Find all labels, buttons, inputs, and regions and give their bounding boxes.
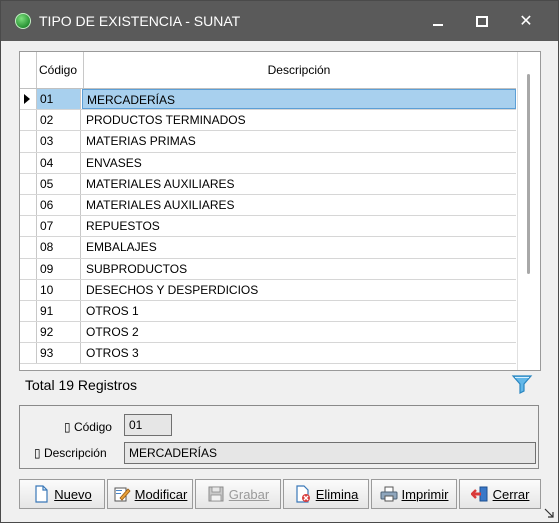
cell-code[interactable]: 91 [37,300,81,322]
cell-code[interactable]: 10 [37,279,81,300]
new-button[interactable]: Nuevo [19,479,105,509]
table-row[interactable]: 10 DESECHOS Y DESPERDICIOS [20,279,516,301]
new-document-icon [35,485,48,503]
close-form-button-label: Cerrar [492,486,530,502]
table-row[interactable]: 03 MATERIAS PRIMAS [20,131,516,153]
scrollbar-thumb[interactable] [527,74,530,274]
dialog-window: TIPO DE EXISTENCIA - SUNAT ✕ Código Desc… [0,0,559,523]
row-indicator [20,152,37,173]
table-row[interactable]: 07 REPUESTOS [20,216,516,238]
table-row[interactable]: 08 EMBALAJES [20,237,516,259]
total-records-label: Total 19 Registros [25,377,138,393]
cell-code[interactable]: 05 [37,173,81,194]
cell-description[interactable]: MERCADERÍAS [82,89,516,110]
records-grid[interactable]: Código Descripción 01 MERCADERÍAS 02 PRO… [19,51,541,371]
vertical-scrollbar[interactable] [517,52,540,370]
row-indicator [20,300,37,322]
close-button[interactable]: ✕ [507,9,545,33]
row-indicator [20,110,37,131]
maximize-button[interactable] [463,9,501,33]
app-green-globe-icon [15,13,31,29]
row-indicator [20,258,37,279]
column-header-code[interactable]: Código [37,52,84,88]
save-button-label: Grabar [228,486,270,502]
maximize-icon [476,15,488,27]
cell-code[interactable]: 08 [37,237,81,258]
table-row[interactable]: 92 OTROS 2 [20,322,516,344]
cell-code[interactable]: 03 [37,131,81,152]
cell-code[interactable]: 93 [37,343,81,364]
cell-description[interactable]: OTROS 2 [82,322,516,342]
column-header-description[interactable]: Descripción [82,52,516,88]
cell-description[interactable]: OTROS 3 [82,343,516,363]
row-indicator [20,131,37,152]
cell-code[interactable]: 06 [37,194,81,216]
new-button-label: Nuevo [54,486,92,502]
delete-button[interactable]: Elimina [283,479,369,509]
cell-description[interactable]: ENVASES [82,153,516,173]
exit-door-icon [470,486,488,502]
cell-description[interactable]: MATERIALES AUXILIARES [82,195,516,215]
cell-code[interactable]: 01 [37,89,81,110]
cell-description[interactable]: PRODUCTOS TERMINADOS [82,110,516,130]
resize-grip-icon[interactable] [544,508,554,518]
edit-icon [114,487,131,502]
close-icon: ✕ [519,13,533,30]
cell-code[interactable]: 07 [37,216,81,237]
table-row[interactable]: 01 MERCADERÍAS [20,89,516,111]
cell-description[interactable]: MATERIALES AUXILIARES [82,174,516,194]
table-row[interactable]: 09 SUBPRODUCTOS [20,258,516,280]
row-indicator [20,173,37,194]
cell-code[interactable]: 09 [37,258,81,279]
detail-form: ▯ Código 01 ▯ Descripción MERCADERÍAS [19,405,539,469]
table-row[interactable]: 04 ENVASES [20,152,516,174]
cell-code[interactable]: 92 [37,322,81,343]
cell-description[interactable]: MATERIAS PRIMAS [82,131,516,151]
code-field[interactable]: 01 [124,414,172,436]
cell-description[interactable]: REPUESTOS [82,216,516,236]
cell-description[interactable]: DESECHOS Y DESPERDICIOS [82,280,516,300]
cell-description[interactable]: EMBALAJES [82,237,516,257]
print-button-label: Imprimir [401,486,449,502]
window-title: TIPO DE EXISTENCIA - SUNAT [39,13,241,29]
table-row[interactable]: 05 MATERIALES AUXILIARES [20,173,516,195]
close-form-button[interactable]: Cerrar [459,479,541,509]
description-label: ▯ Descripción [34,446,107,460]
cell-code[interactable]: 02 [37,110,81,131]
printer-icon [380,486,398,502]
title-bar[interactable]: TIPO DE EXISTENCIA - SUNAT ✕ [1,1,558,41]
row-indicator [20,89,37,110]
table-row[interactable]: 93 OTROS 3 [20,343,516,365]
table-row[interactable]: 02 PRODUCTOS TERMINADOS [20,110,516,132]
cell-description[interactable]: OTROS 1 [82,301,516,321]
filter-funnel-icon[interactable] [511,373,533,395]
grid-header: Código Descripción [20,52,516,89]
save-disk-icon [208,486,224,502]
row-indicator [20,279,37,300]
grid-rows: 01 MERCADERÍAS 02 PRODUCTOS TERMINADOS 0… [20,89,516,365]
header-indicator-cell [20,52,37,88]
row-indicator [20,237,37,258]
row-indicator [20,322,37,343]
minimize-button[interactable] [419,9,457,33]
row-indicator [20,216,37,237]
cell-code[interactable]: 04 [37,152,81,173]
row-indicator [20,194,37,216]
table-row[interactable]: 91 OTROS 1 [20,300,516,323]
minimize-icon [433,24,443,26]
modify-button-label: Modificar [134,486,188,502]
delete-button-label: Elimina [315,486,359,502]
table-row[interactable]: 06 MATERIALES AUXILIARES [20,194,516,217]
save-button[interactable]: Grabar [195,479,281,509]
modify-button[interactable]: Modificar [107,479,193,509]
description-field[interactable]: MERCADERÍAS [124,442,536,464]
print-button[interactable]: Imprimir [371,479,457,509]
delete-document-icon [296,485,310,503]
row-indicator [20,343,37,364]
cell-description[interactable]: SUBPRODUCTOS [82,259,516,279]
code-label: ▯ Código [64,420,112,434]
current-row-arrow-icon [24,94,30,104]
